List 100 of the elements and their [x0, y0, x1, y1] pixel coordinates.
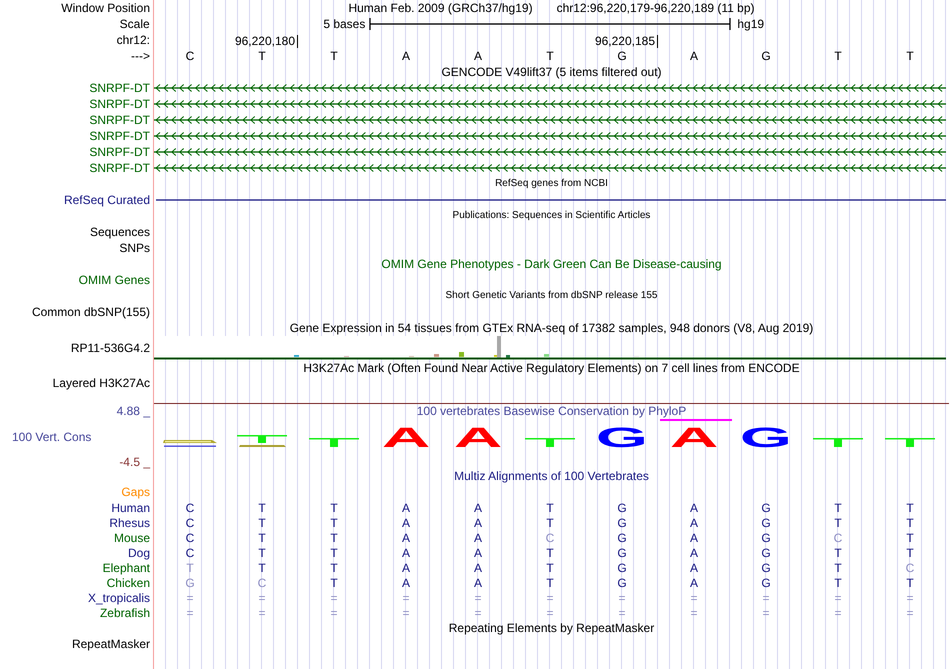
- gene-label[interactable]: SNRPF-DT: [89, 81, 150, 95]
- alignment-base: T: [330, 530, 338, 544]
- gene-arrow-line[interactable]: [154, 131, 946, 141]
- base-letter: A: [690, 49, 698, 63]
- scale-text: 5 bases: [323, 17, 366, 31]
- alignment-base: T: [834, 500, 842, 514]
- alignment-base: =: [762, 590, 770, 604]
- alignment-base: =: [906, 606, 914, 620]
- position-tick: 96,220,185: [594, 35, 658, 48]
- alignment-base: T: [258, 546, 266, 560]
- species-label[interactable]: Elephant: [102, 560, 150, 574]
- alignment-base: T: [258, 516, 266, 530]
- species-label[interactable]: X_tropicalis: [88, 590, 150, 604]
- alignment-base: G: [185, 576, 195, 590]
- track-label[interactable]: OMIM Genes: [78, 273, 150, 287]
- track-label[interactable]: Layered H3K27Ac: [52, 376, 150, 390]
- logo-letter: G: [740, 427, 792, 448]
- species-label[interactable]: Human: [111, 500, 150, 514]
- alignment-base: G: [761, 516, 771, 530]
- base-letter: T: [834, 49, 842, 63]
- gene-label[interactable]: SNRPF-DT: [89, 129, 150, 143]
- track-label[interactable]: RefSeq Curated: [64, 193, 150, 207]
- species-label[interactable]: Rhesus: [109, 516, 150, 530]
- track-title: 100 vertebrates Basewise Conservation by PhyloP: [416, 404, 686, 418]
- alignment-base: T: [834, 546, 842, 560]
- base-letter: A: [402, 49, 410, 63]
- alignment-base: =: [474, 606, 482, 620]
- alignment-base: =: [546, 590, 554, 604]
- gene-arrow-line[interactable]: [154, 83, 946, 93]
- logo-letter: G: [596, 427, 648, 448]
- gene-arrow-line[interactable]: [154, 99, 946, 109]
- alignment-base: =: [690, 606, 698, 620]
- alignment-base: T: [546, 576, 554, 590]
- alignment-base: G: [761, 560, 771, 574]
- gene-arrow-line[interactable]: [154, 115, 946, 125]
- alignment-base: T: [258, 560, 266, 574]
- alignment-base: T: [330, 576, 338, 590]
- alignment-base: G: [617, 530, 627, 544]
- alignment-base: G: [617, 560, 627, 574]
- track-label[interactable]: Sequences: [90, 225, 150, 239]
- track-label[interactable]: 100 Vert. Cons: [0, 430, 92, 444]
- alignment-base: =: [618, 590, 626, 604]
- alignment-base: T: [330, 516, 338, 530]
- alignment-base: A: [474, 576, 482, 590]
- alignment-base: =: [330, 606, 338, 620]
- assembly-label: hg19: [736, 17, 764, 31]
- alignment-base: T: [186, 560, 194, 574]
- species-label[interactable]: Mouse: [114, 530, 150, 544]
- alignment-base: T: [258, 530, 266, 544]
- track-label[interactable]: RepeatMasker: [72, 637, 150, 651]
- species-label[interactable]: Chicken: [106, 576, 150, 590]
- position-tick: 96,220,180: [234, 35, 298, 48]
- alignment-base: G: [617, 500, 627, 514]
- alignment-base: =: [474, 590, 482, 604]
- base-letter: C: [186, 49, 194, 63]
- alignment-base: T: [546, 500, 554, 514]
- alignment-base: G: [617, 546, 627, 560]
- track-title: Publications: Sequences in Scientific Articles: [452, 209, 650, 223]
- logo-letter: A: [454, 427, 502, 448]
- alignment-base: A: [474, 560, 482, 574]
- track-title: H3K27Ac Mark (Often Found Near Active Regulatory Elements) on 7 cell lines from ENCODE: [303, 361, 800, 375]
- alignment-base: G: [761, 500, 771, 514]
- alignment-base: G: [761, 576, 771, 590]
- track-label[interactable]: SNPs: [119, 241, 150, 255]
- track-title: Repeating Elements by RepeatMasker: [448, 621, 654, 635]
- base-letter: G: [617, 49, 627, 63]
- base-letter: T: [258, 49, 266, 63]
- track-label: chr12:: [116, 33, 150, 47]
- alignment-base: G: [617, 576, 627, 590]
- alignment-base: T: [906, 546, 914, 560]
- alignment-base: A: [690, 560, 698, 574]
- conservation-bar-icon: [813, 438, 863, 448]
- alignment-base: T: [906, 516, 914, 530]
- base-letter: T: [330, 49, 338, 63]
- alignment-base: =: [834, 606, 842, 620]
- alignment-base: T: [834, 516, 842, 530]
- alignment-base: G: [761, 546, 771, 560]
- track-label: Scale: [120, 17, 150, 31]
- conservation-bar-icon: [237, 435, 287, 448]
- gene-label[interactable]: SNRPF-DT: [89, 161, 150, 175]
- alignment-base: =: [762, 606, 770, 620]
- track-label[interactable]: Common dbSNP(155): [32, 305, 150, 319]
- species-label[interactable]: Zebrafish: [100, 606, 150, 620]
- conservation-smear-icon: [162, 439, 218, 448]
- conservation-bar-icon: [309, 438, 359, 448]
- alignment-base: =: [906, 590, 914, 604]
- gene-arrow-line[interactable]: [154, 147, 946, 157]
- alignment-base: C: [258, 576, 266, 590]
- alignment-base: T: [906, 530, 914, 544]
- gene-arrow-line[interactable]: [154, 163, 946, 173]
- gene-label[interactable]: SNRPF-DT: [89, 97, 150, 111]
- track-title: Short Genetic Variants from dbSNP release 155: [446, 289, 658, 303]
- alignment-base: =: [402, 606, 410, 620]
- gene-label[interactable]: SNRPF-DT: [89, 113, 150, 127]
- species-label[interactable]: Dog: [128, 546, 150, 560]
- alignment-base: T: [906, 576, 914, 590]
- gene-label[interactable]: SNRPF-DT: [89, 145, 150, 159]
- track-label[interactable]: RP11-536G4.2: [70, 341, 150, 355]
- alignment-base: C: [546, 530, 554, 544]
- alignment-base: =: [186, 606, 194, 620]
